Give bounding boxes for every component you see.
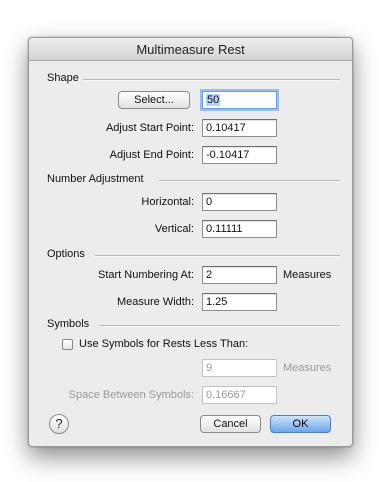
start-numbering-field[interactable]: 2 <box>202 266 277 284</box>
dialog-title: Multimeasure Rest <box>136 42 245 57</box>
title-bar: Multimeasure Rest <box>29 38 352 61</box>
symbols-threshold-unit: Measures <box>283 362 332 374</box>
use-symbols-label: Use Symbols for Rests Less Than: <box>79 338 249 350</box>
multimeasure-rest-dialog: Multimeasure Rest Shape Select... 50 Adj… <box>28 37 353 447</box>
start-numbering-label: Start Numbering At: <box>98 269 194 281</box>
shape-id-value: 50 <box>206 94 221 106</box>
select-shape-button[interactable]: Select... <box>118 91 190 109</box>
adjust-end-field[interactable]: -0.10417 <box>202 146 277 164</box>
horizontal-label: Horizontal: <box>141 196 194 208</box>
section-shape-divider <box>83 79 340 81</box>
section-number-adjustment-divider <box>159 180 340 182</box>
section-number-adjustment-label: Number Adjustment <box>47 173 144 185</box>
cancel-button[interactable]: Cancel <box>200 415 261 433</box>
symbols-threshold-field[interactable]: 9 <box>202 359 277 377</box>
section-shape-label: Shape <box>47 72 79 84</box>
section-symbols-divider <box>99 325 340 327</box>
space-between-field[interactable]: 0.16667 <box>202 386 277 404</box>
shape-id-field[interactable]: 50 <box>202 91 277 109</box>
section-options-label: Options <box>47 248 85 260</box>
vertical-field[interactable]: 0.11111 <box>202 220 277 238</box>
adjust-start-label: Adjust Start Point: <box>105 122 194 134</box>
space-between-label: Space Between Symbols: <box>68 389 194 401</box>
help-icon[interactable]: ? <box>49 414 69 434</box>
section-options-divider <box>95 255 340 257</box>
use-symbols-checkbox[interactable] <box>62 339 73 350</box>
ok-button[interactable]: OK <box>270 415 331 433</box>
adjust-end-label: Adjust End Point: <box>109 149 194 161</box>
measure-width-field[interactable]: 1.25 <box>202 293 277 311</box>
vertical-label: Vertical: <box>154 223 194 235</box>
measure-width-label: Measure Width: <box>116 296 194 308</box>
adjust-start-field[interactable]: 0.10417 <box>202 119 277 137</box>
start-numbering-unit: Measures <box>283 269 332 281</box>
horizontal-field[interactable]: 0 <box>202 193 277 211</box>
section-symbols-label: Symbols <box>47 318 90 330</box>
